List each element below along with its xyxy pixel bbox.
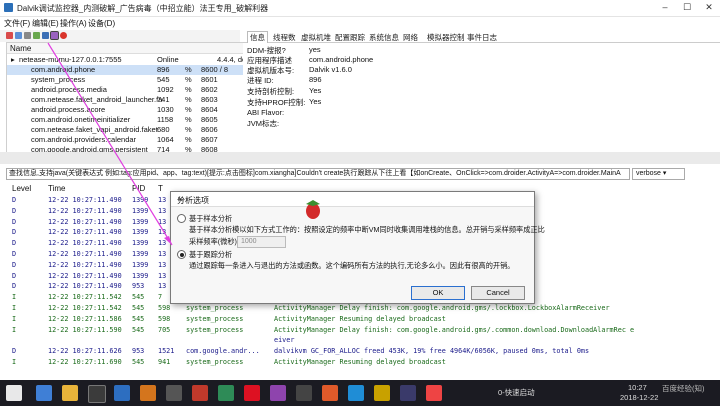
taskbar-app-icon[interactable] — [270, 385, 286, 401]
taskbar-app-icon[interactable] — [322, 385, 338, 401]
watermark-text: 百度经验(知) — [662, 384, 705, 393]
taskbar-app-icon[interactable] — [88, 385, 106, 403]
taskbar-app-icon[interactable] — [166, 385, 182, 401]
annotation-arrowhead — [164, 236, 172, 245]
taskbar-app-icon[interactable] — [400, 385, 416, 401]
taskbar-app-icon[interactable] — [374, 385, 390, 401]
taskbar-app-icon[interactable] — [348, 385, 364, 401]
clock-time: 10:27 — [628, 383, 647, 392]
strawberry-icon — [306, 200, 320, 219]
clock-date: 2018-12-22 — [620, 393, 659, 402]
taskbar: 0-快速启动 10:27 2018-12-22 百度经验(知) — [0, 380, 720, 406]
taskbar-app-icon[interactable] — [296, 385, 312, 401]
taskbar-app-icon[interactable] — [140, 385, 156, 401]
start-icon[interactable] — [6, 385, 22, 401]
taskbar-app-icon[interactable] — [426, 385, 442, 401]
taskbar-app-icon[interactable] — [218, 385, 234, 401]
taskbar-app-icon[interactable] — [244, 385, 260, 401]
annotation-arrow — [47, 42, 173, 246]
taskbar-app-icon[interactable] — [36, 385, 52, 401]
annotation-overlay — [47, 42, 320, 246]
taskbar-app-icon[interactable] — [114, 385, 130, 401]
explorer-icon[interactable] — [62, 385, 78, 401]
quick-launch-label[interactable]: 0-快速启动 — [498, 387, 535, 398]
taskbar-app-icon[interactable] — [192, 385, 208, 401]
